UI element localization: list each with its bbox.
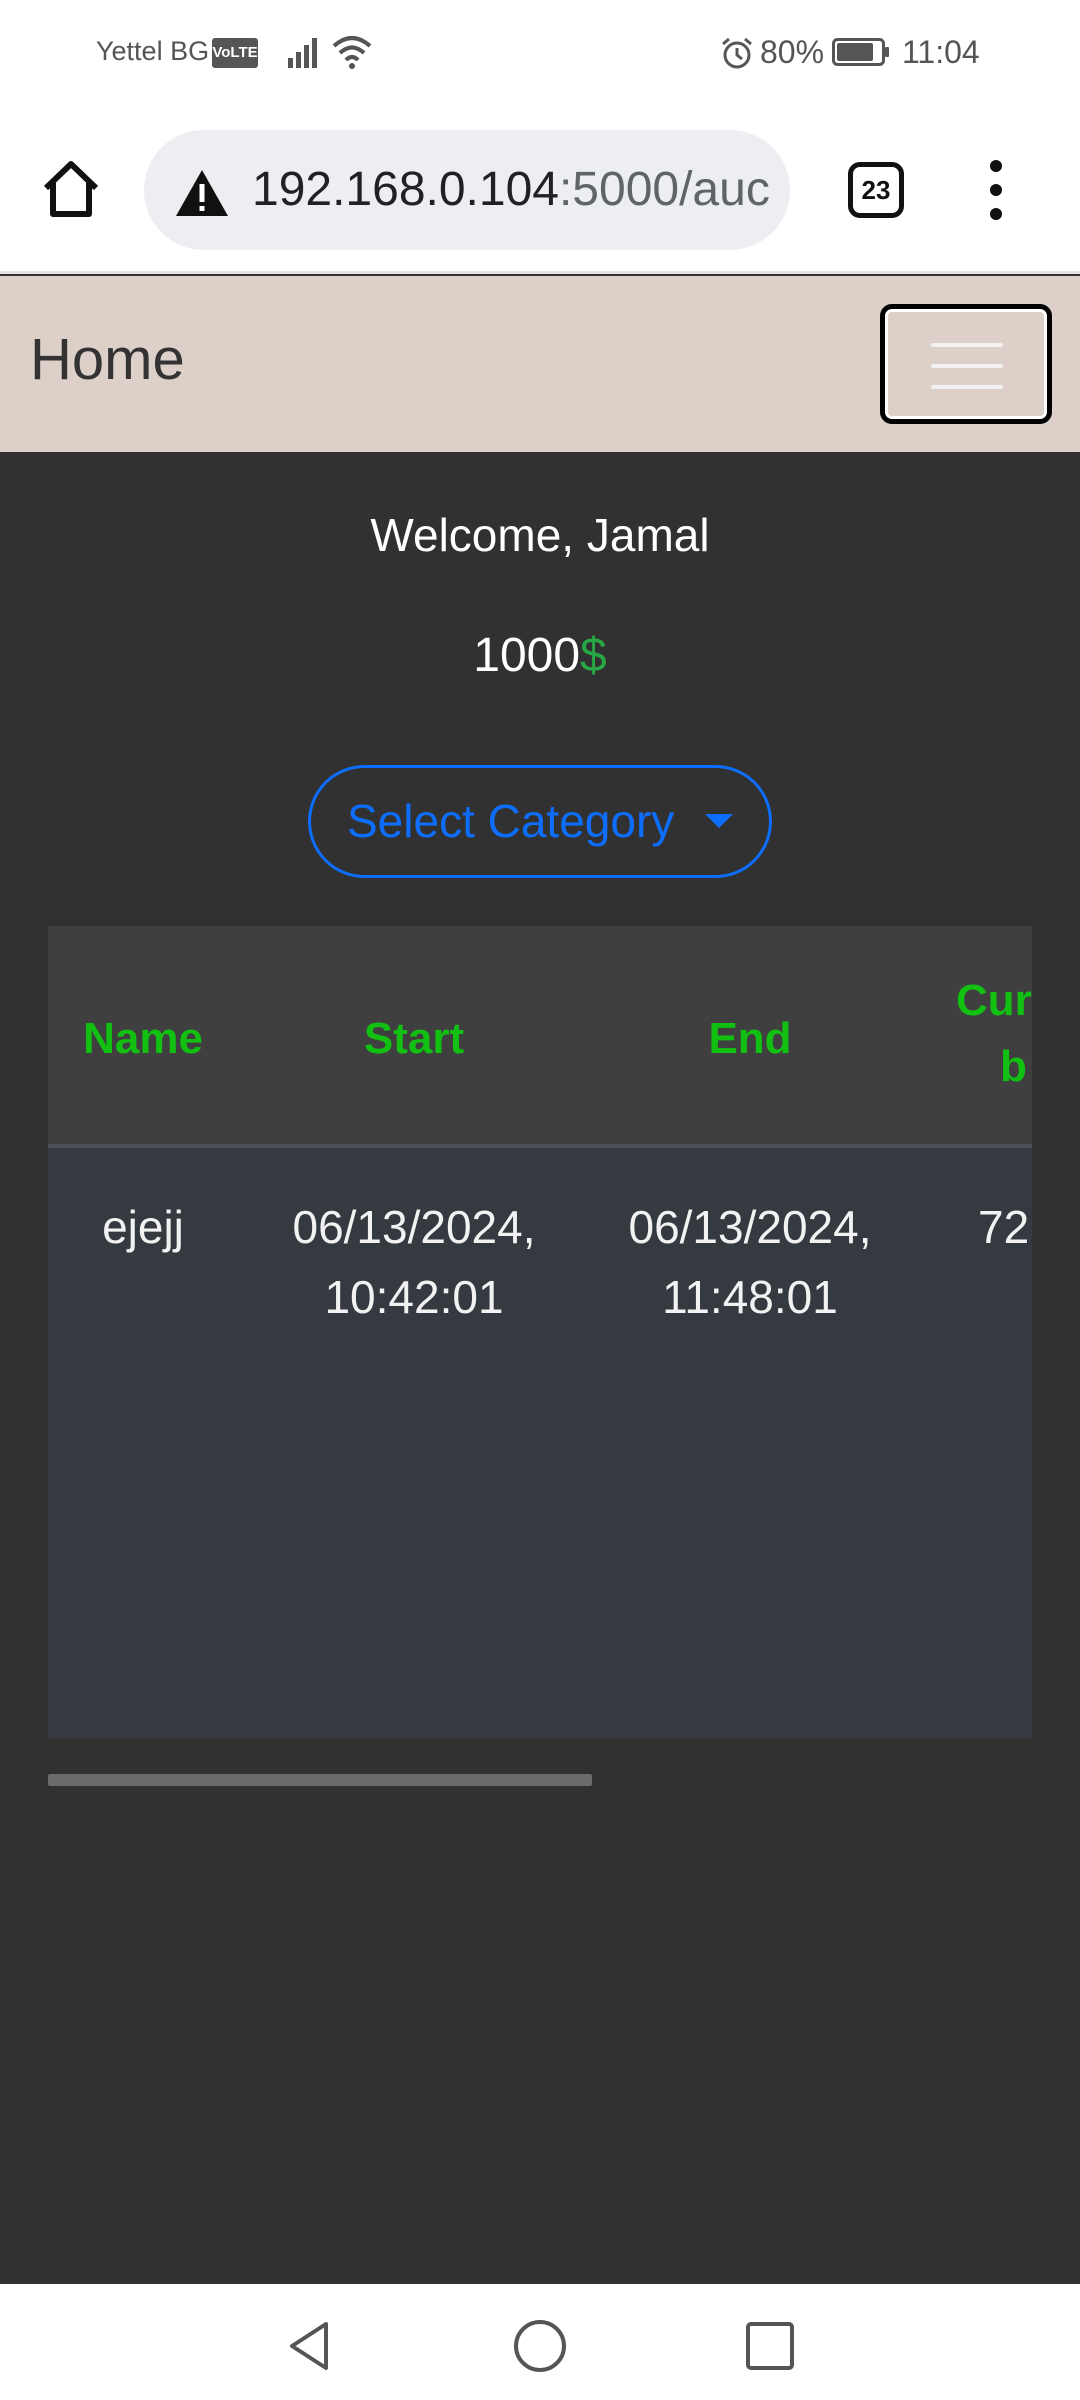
table-body: ejejj 06/13/2024, 10:42:01 06/13/2024, 1… [48, 1152, 1032, 1738]
carrier-label: Yettel BG [96, 36, 210, 66]
caret-down-icon [705, 814, 733, 828]
wifi-icon [332, 36, 372, 69]
url-text[interactable]: 192.168.0.104:5000/auc [252, 162, 770, 217]
hamburger-icon [931, 343, 1003, 389]
system-navigation-bar [0, 2284, 1080, 2400]
back-icon[interactable] [280, 2316, 340, 2376]
signal-icon [288, 38, 317, 68]
balance: 1000$ [0, 628, 1080, 683]
column-header-end: End [708, 1014, 792, 1063]
battery-icon [832, 38, 889, 66]
url-path: :5000/auc [558, 163, 770, 216]
auctions-table[interactable]: Name Start End Cur b ejejj 06/13/2024, 1… [48, 926, 1032, 1738]
volte-badge: VoLTE [212, 38, 258, 68]
column-header-current-bid: Cur b [956, 976, 1032, 1092]
cell-start-date: 06/13/2024, [292, 1201, 536, 1253]
navbar-toggle-button[interactable] [880, 304, 1052, 424]
horizontal-scrollbar[interactable] [48, 1774, 592, 1786]
column-header-current-bid-line1: Cur [956, 976, 1032, 1025]
home-circle-icon[interactable] [510, 2316, 570, 2376]
cell-current-bid: 72 [978, 1201, 1030, 1253]
warning-icon[interactable] [174, 168, 230, 218]
more-menu-icon[interactable] [982, 158, 1010, 222]
column-header-start: Start [363, 1014, 465, 1063]
cell-end-time: 11:48:01 [662, 1271, 838, 1323]
currency-symbol: $ [580, 629, 607, 682]
tab-switcher-button[interactable]: 23 [848, 162, 904, 218]
cell-end-date: 06/13/2024, [628, 1201, 872, 1253]
navbar-brand[interactable]: Home [30, 326, 185, 393]
cell-name: ejejj [102, 1201, 184, 1253]
url-host: 192.168.0.104 [252, 163, 559, 216]
recents-icon[interactable] [740, 2316, 800, 2376]
clock: 11:04 [902, 34, 980, 70]
home-icon[interactable] [40, 158, 102, 220]
cell-start: 06/13/2024, 10:42:01 [274, 1192, 554, 1332]
battery-percent: 80% [760, 34, 825, 70]
alarm-icon [722, 37, 752, 69]
column-header-current-bid-line2: b [1000, 1042, 1027, 1091]
balance-amount: 1000 [473, 629, 581, 682]
welcome-message: Welcome, Jamal [370, 509, 710, 561]
cell-end: 06/13/2024, 11:48:01 [610, 1192, 890, 1332]
browser-toolbar: 192.168.0.104:5000/auc 23 [0, 110, 1080, 274]
cell-start-time: 10:42:01 [324, 1271, 504, 1323]
status-bar: Yettel BG VoLTE 80% 11:04 [0, 0, 1080, 110]
column-header-name: Name [83, 1014, 203, 1063]
select-category-label: Select Category [347, 795, 675, 847]
table-header: Name Start End Cur b [48, 926, 1032, 1148]
select-category-button[interactable]: Select Category [308, 765, 772, 878]
app-navbar: Home [0, 276, 1080, 452]
address-bar[interactable]: 192.168.0.104:5000/auc [144, 130, 790, 250]
